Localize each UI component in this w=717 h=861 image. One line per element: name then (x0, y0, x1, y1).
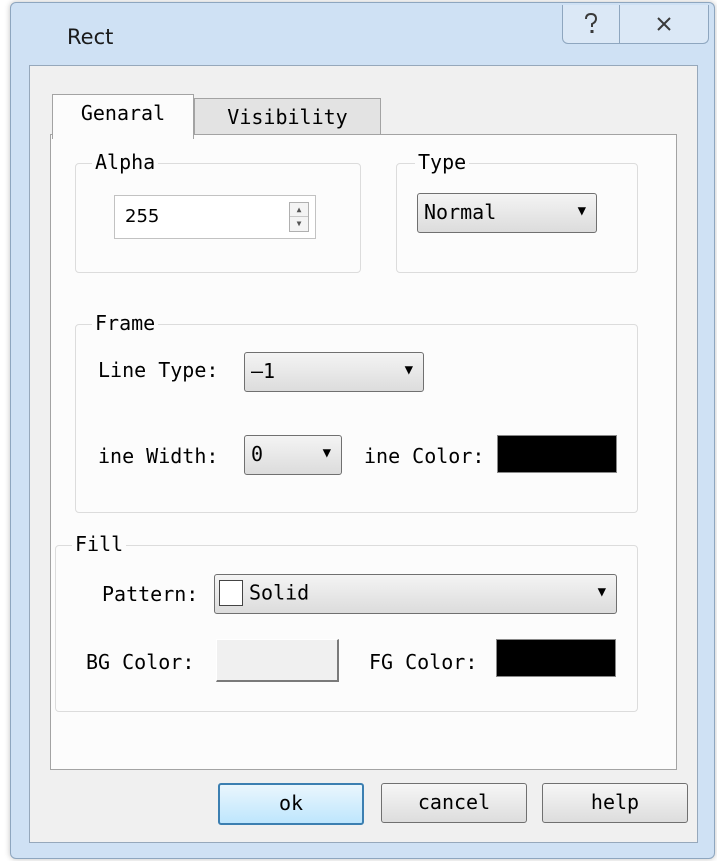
help-caption-button[interactable] (563, 5, 620, 43)
dialog-window: Rect Genaral Visibility Alpha 255 ▲ ▼ Ty… (10, 2, 715, 859)
title-bar: Rect (11, 3, 714, 65)
chevron-down-icon: ▼ (322, 445, 331, 461)
type-selected-value: Normal (424, 200, 497, 224)
line-color-swatch[interactable] (497, 435, 617, 473)
chevron-down-icon: ▼ (577, 203, 586, 219)
alpha-value: 255 (125, 206, 160, 227)
line-color-label: ine Color: (364, 444, 485, 468)
fill-group: Fill Pattern: Solid ▼ BG Color: FG Color… (55, 532, 638, 712)
dialog-title: Rect (67, 25, 114, 49)
genaral-tab-panel: Alpha 255 ▲ ▼ Type Normal ▼ Frame Line T… (50, 134, 677, 770)
line-width-label: ine Width: (98, 444, 219, 468)
pattern-value: Solid (219, 579, 309, 606)
question-mark-icon (585, 13, 598, 33)
fg-color-label: FG Color: (369, 650, 478, 674)
spin-arrows[interactable]: ▲ ▼ (289, 202, 309, 232)
pattern-label: Pattern: (102, 582, 199, 606)
alpha-group: Alpha 255 ▲ ▼ (75, 150, 361, 273)
bg-color-swatch[interactable] (216, 639, 339, 682)
help-button[interactable]: help (542, 783, 688, 823)
line-type-label: Line Type: (98, 358, 219, 382)
type-dropdown[interactable]: Normal ▼ (417, 193, 597, 233)
line-type-value: —1 (251, 359, 276, 383)
chevron-down-icon: ▼ (597, 584, 606, 600)
dialog-client-area: Genaral Visibility Alpha 255 ▲ ▼ Type No… (29, 65, 698, 843)
ok-button[interactable]: ok (218, 783, 364, 825)
spin-up-icon[interactable]: ▲ (290, 203, 308, 217)
chevron-down-icon: ▼ (404, 362, 413, 378)
line-width-value: 0 (251, 442, 264, 466)
type-group-label: Type (415, 150, 470, 174)
fg-color-swatch[interactable] (496, 639, 616, 677)
line-type-dropdown[interactable]: —1 ▼ (244, 352, 424, 392)
type-group: Type Normal ▼ (396, 150, 638, 273)
alpha-spinbox[interactable]: 255 ▲ ▼ (114, 195, 316, 239)
pattern-dropdown[interactable]: Solid ▼ (214, 574, 617, 614)
caption-buttons (562, 5, 709, 44)
fill-group-label: Fill (72, 532, 127, 556)
cancel-button[interactable]: cancel (381, 783, 527, 823)
tab-visibility[interactable]: Visibility (194, 98, 381, 135)
pattern-value-text: Solid (249, 580, 310, 605)
line-width-dropdown[interactable]: 0 ▼ (244, 435, 342, 475)
bg-color-label: BG Color: (86, 650, 195, 674)
alpha-group-label: Alpha (92, 150, 159, 174)
close-caption-button[interactable] (620, 5, 708, 43)
frame-group-label: Frame (92, 311, 159, 335)
spin-down-icon[interactable]: ▼ (290, 217, 308, 230)
tab-genaral[interactable]: Genaral (52, 94, 194, 139)
frame-group: Frame Line Type: —1 ▼ ine Width: 0 ▼ ine… (75, 311, 638, 513)
close-x-icon (657, 17, 671, 31)
pattern-preview-icon (219, 579, 243, 606)
